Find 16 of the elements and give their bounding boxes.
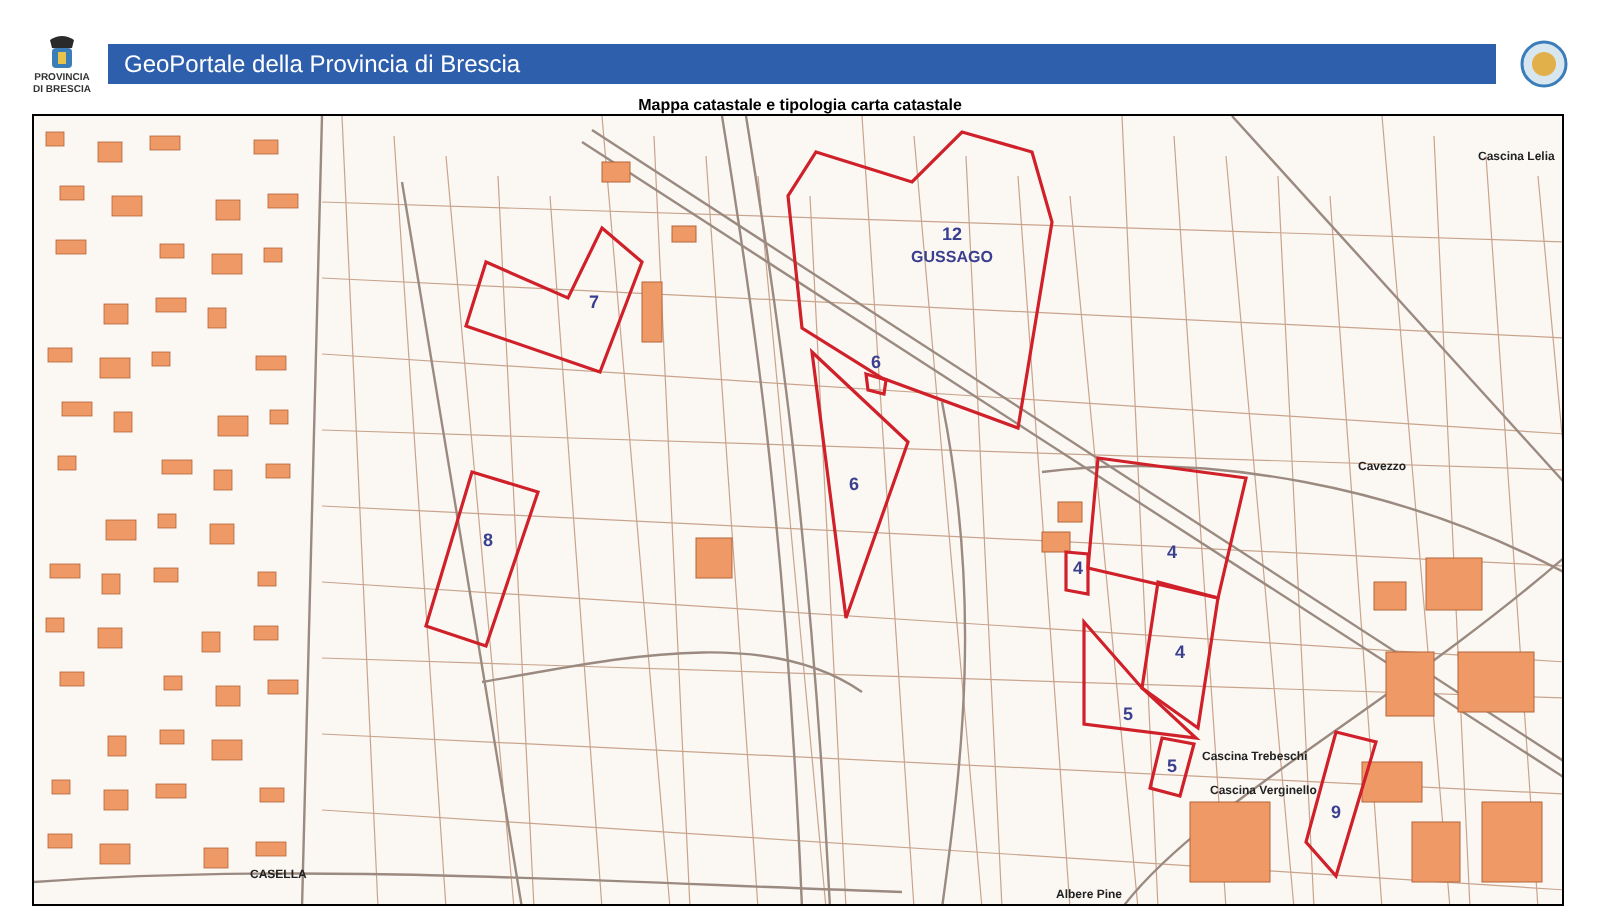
parcel-name: GUSSAGO xyxy=(911,248,993,266)
round-logo-icon xyxy=(1520,40,1568,88)
parcel-number: 4 xyxy=(1073,558,1083,578)
parcel-number: 9 xyxy=(1331,802,1341,822)
parcel-number: 12 xyxy=(942,224,962,244)
parcel-number: 8 xyxy=(483,530,493,550)
parcel-number: 7 xyxy=(589,292,599,312)
parcel-number: 4 xyxy=(1175,642,1185,662)
parcel-number: 5 xyxy=(1167,756,1177,776)
portal-title: GeoPortale della Provincia di Brescia xyxy=(124,48,521,82)
parcel-number: 6 xyxy=(871,352,881,372)
parcel-number: 6 xyxy=(849,474,859,494)
parcel-number: 4 xyxy=(1167,542,1177,562)
crest-logo-icon xyxy=(46,32,78,72)
map-title: Mappa catastale e tipologia carta catastale xyxy=(638,96,962,114)
parcel-number: 5 xyxy=(1123,704,1133,724)
